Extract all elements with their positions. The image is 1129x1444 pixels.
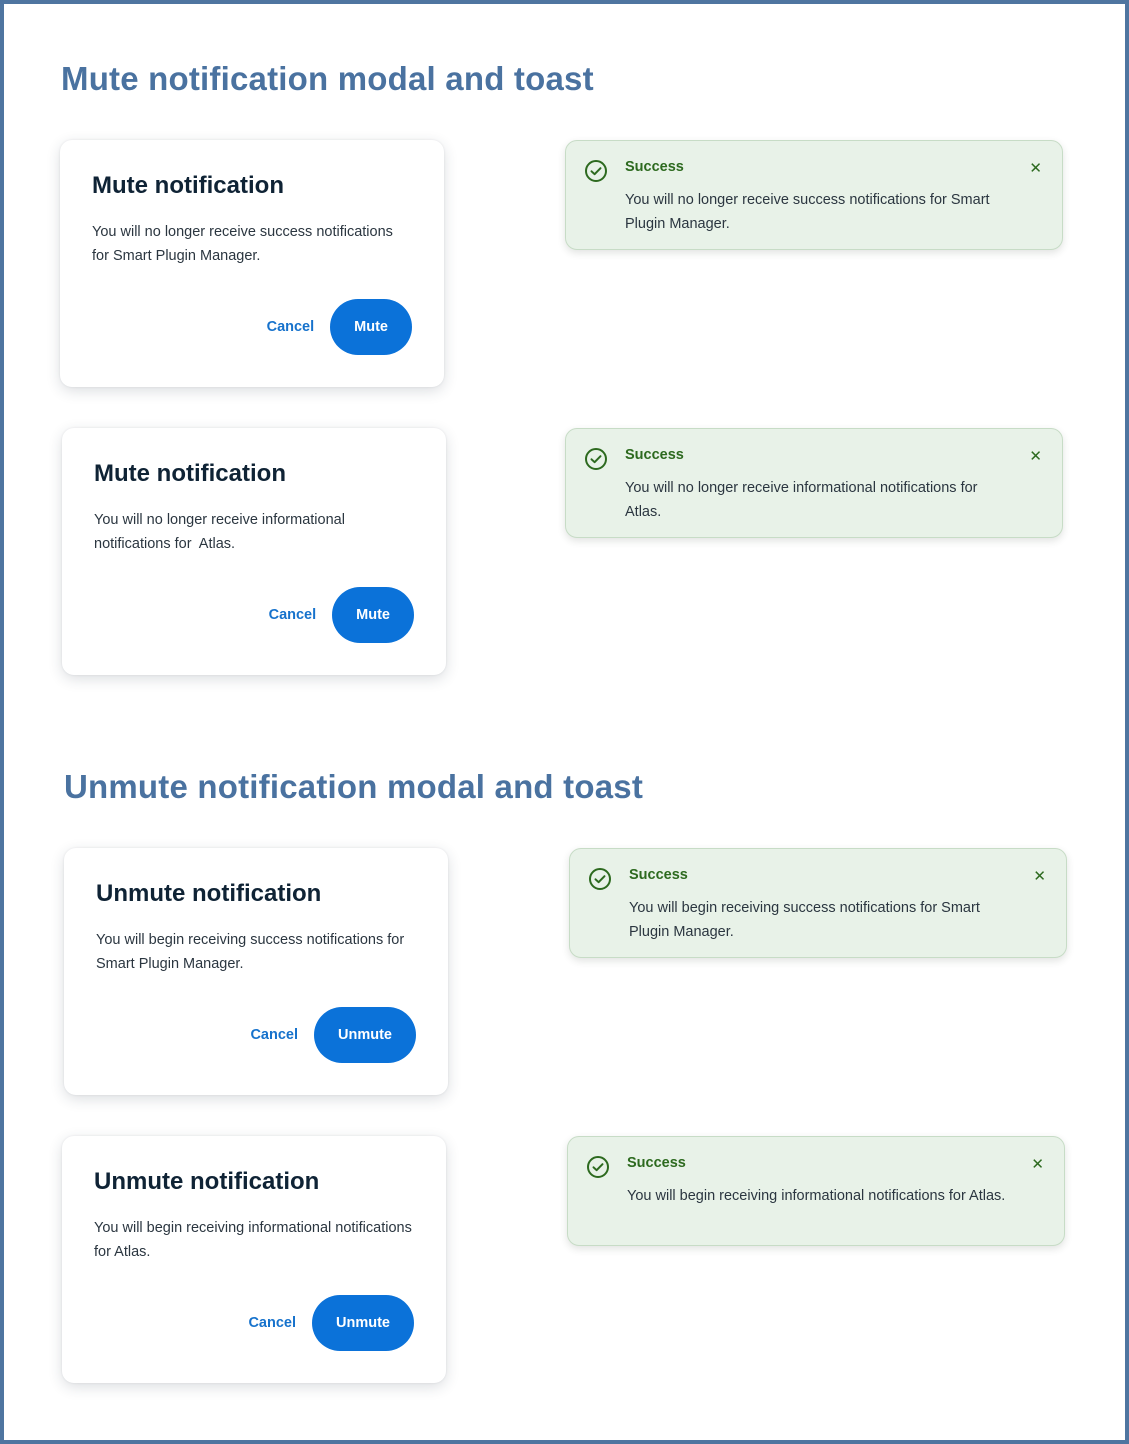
check-circle-icon [587, 1156, 609, 1178]
mute-button[interactable]: Mute [332, 587, 414, 643]
cancel-button[interactable]: Cancel [267, 319, 315, 335]
modal-body: You will begin receiving success notific… [96, 932, 405, 972]
close-icon[interactable]: ✕ [1029, 159, 1042, 177]
close-icon[interactable]: ✕ [1029, 447, 1042, 465]
cancel-button[interactable]: Cancel [250, 1027, 298, 1043]
section-title-unmute: Unmute notification modal and toast [64, 768, 644, 805]
toast-message: You will no longer receive informational… [625, 480, 978, 520]
toast-mute-success: Success You will no longer receive succe… [565, 140, 1063, 250]
toast-message: You will begin receiving informational n… [627, 1188, 1006, 1204]
close-icon[interactable]: ✕ [1031, 1155, 1044, 1173]
unmute-button[interactable]: Unmute [312, 1295, 414, 1351]
modal-title: Unmute notification [96, 880, 322, 907]
modal-title: Mute notification [94, 460, 286, 487]
unmute-modal-success: Unmute notification You will begin recei… [64, 848, 448, 1095]
modal-actions: Cancel Mute [267, 299, 412, 355]
toast-title: Success [625, 447, 684, 463]
unmute-button[interactable]: Unmute [314, 1007, 416, 1063]
toast-message: You will no longer receive success notif… [625, 192, 990, 232]
toast-title: Success [629, 867, 688, 883]
toast-title: Success [625, 159, 684, 175]
toast-message: You will begin receiving success notific… [629, 900, 980, 940]
cancel-button[interactable]: Cancel [248, 1315, 296, 1331]
modal-body: You will no longer receive informational… [94, 512, 349, 552]
check-circle-icon [589, 868, 611, 890]
modal-title: Mute notification [92, 172, 284, 199]
toast-unmute-informational: Success You will begin receiving informa… [567, 1136, 1065, 1246]
unmute-modal-informational: Unmute notification You will begin recei… [62, 1136, 446, 1383]
modal-body: You will no longer receive success notif… [92, 224, 393, 264]
mute-button[interactable]: Mute [330, 299, 412, 355]
modal-body: You will begin receiving informational n… [94, 1220, 412, 1260]
mute-modal-informational: Mute notification You will no longer rec… [62, 428, 446, 675]
check-circle-icon [585, 160, 607, 182]
check-circle-icon [585, 448, 607, 470]
toast-unmute-success: Success You will begin receiving success… [569, 848, 1067, 958]
modal-title: Unmute notification [94, 1168, 320, 1195]
modal-actions: Cancel Mute [269, 587, 414, 643]
cancel-button[interactable]: Cancel [269, 607, 317, 623]
modal-actions: Cancel Unmute [250, 1007, 416, 1063]
close-icon[interactable]: ✕ [1033, 867, 1046, 885]
toast-mute-informational: Success You will no longer receive infor… [565, 428, 1063, 538]
mute-modal-success: Mute notification You will no longer rec… [60, 140, 444, 387]
section-title-mute: Mute notification modal and toast [61, 60, 594, 97]
toast-title: Success [627, 1155, 686, 1171]
modal-actions: Cancel Unmute [248, 1295, 414, 1351]
